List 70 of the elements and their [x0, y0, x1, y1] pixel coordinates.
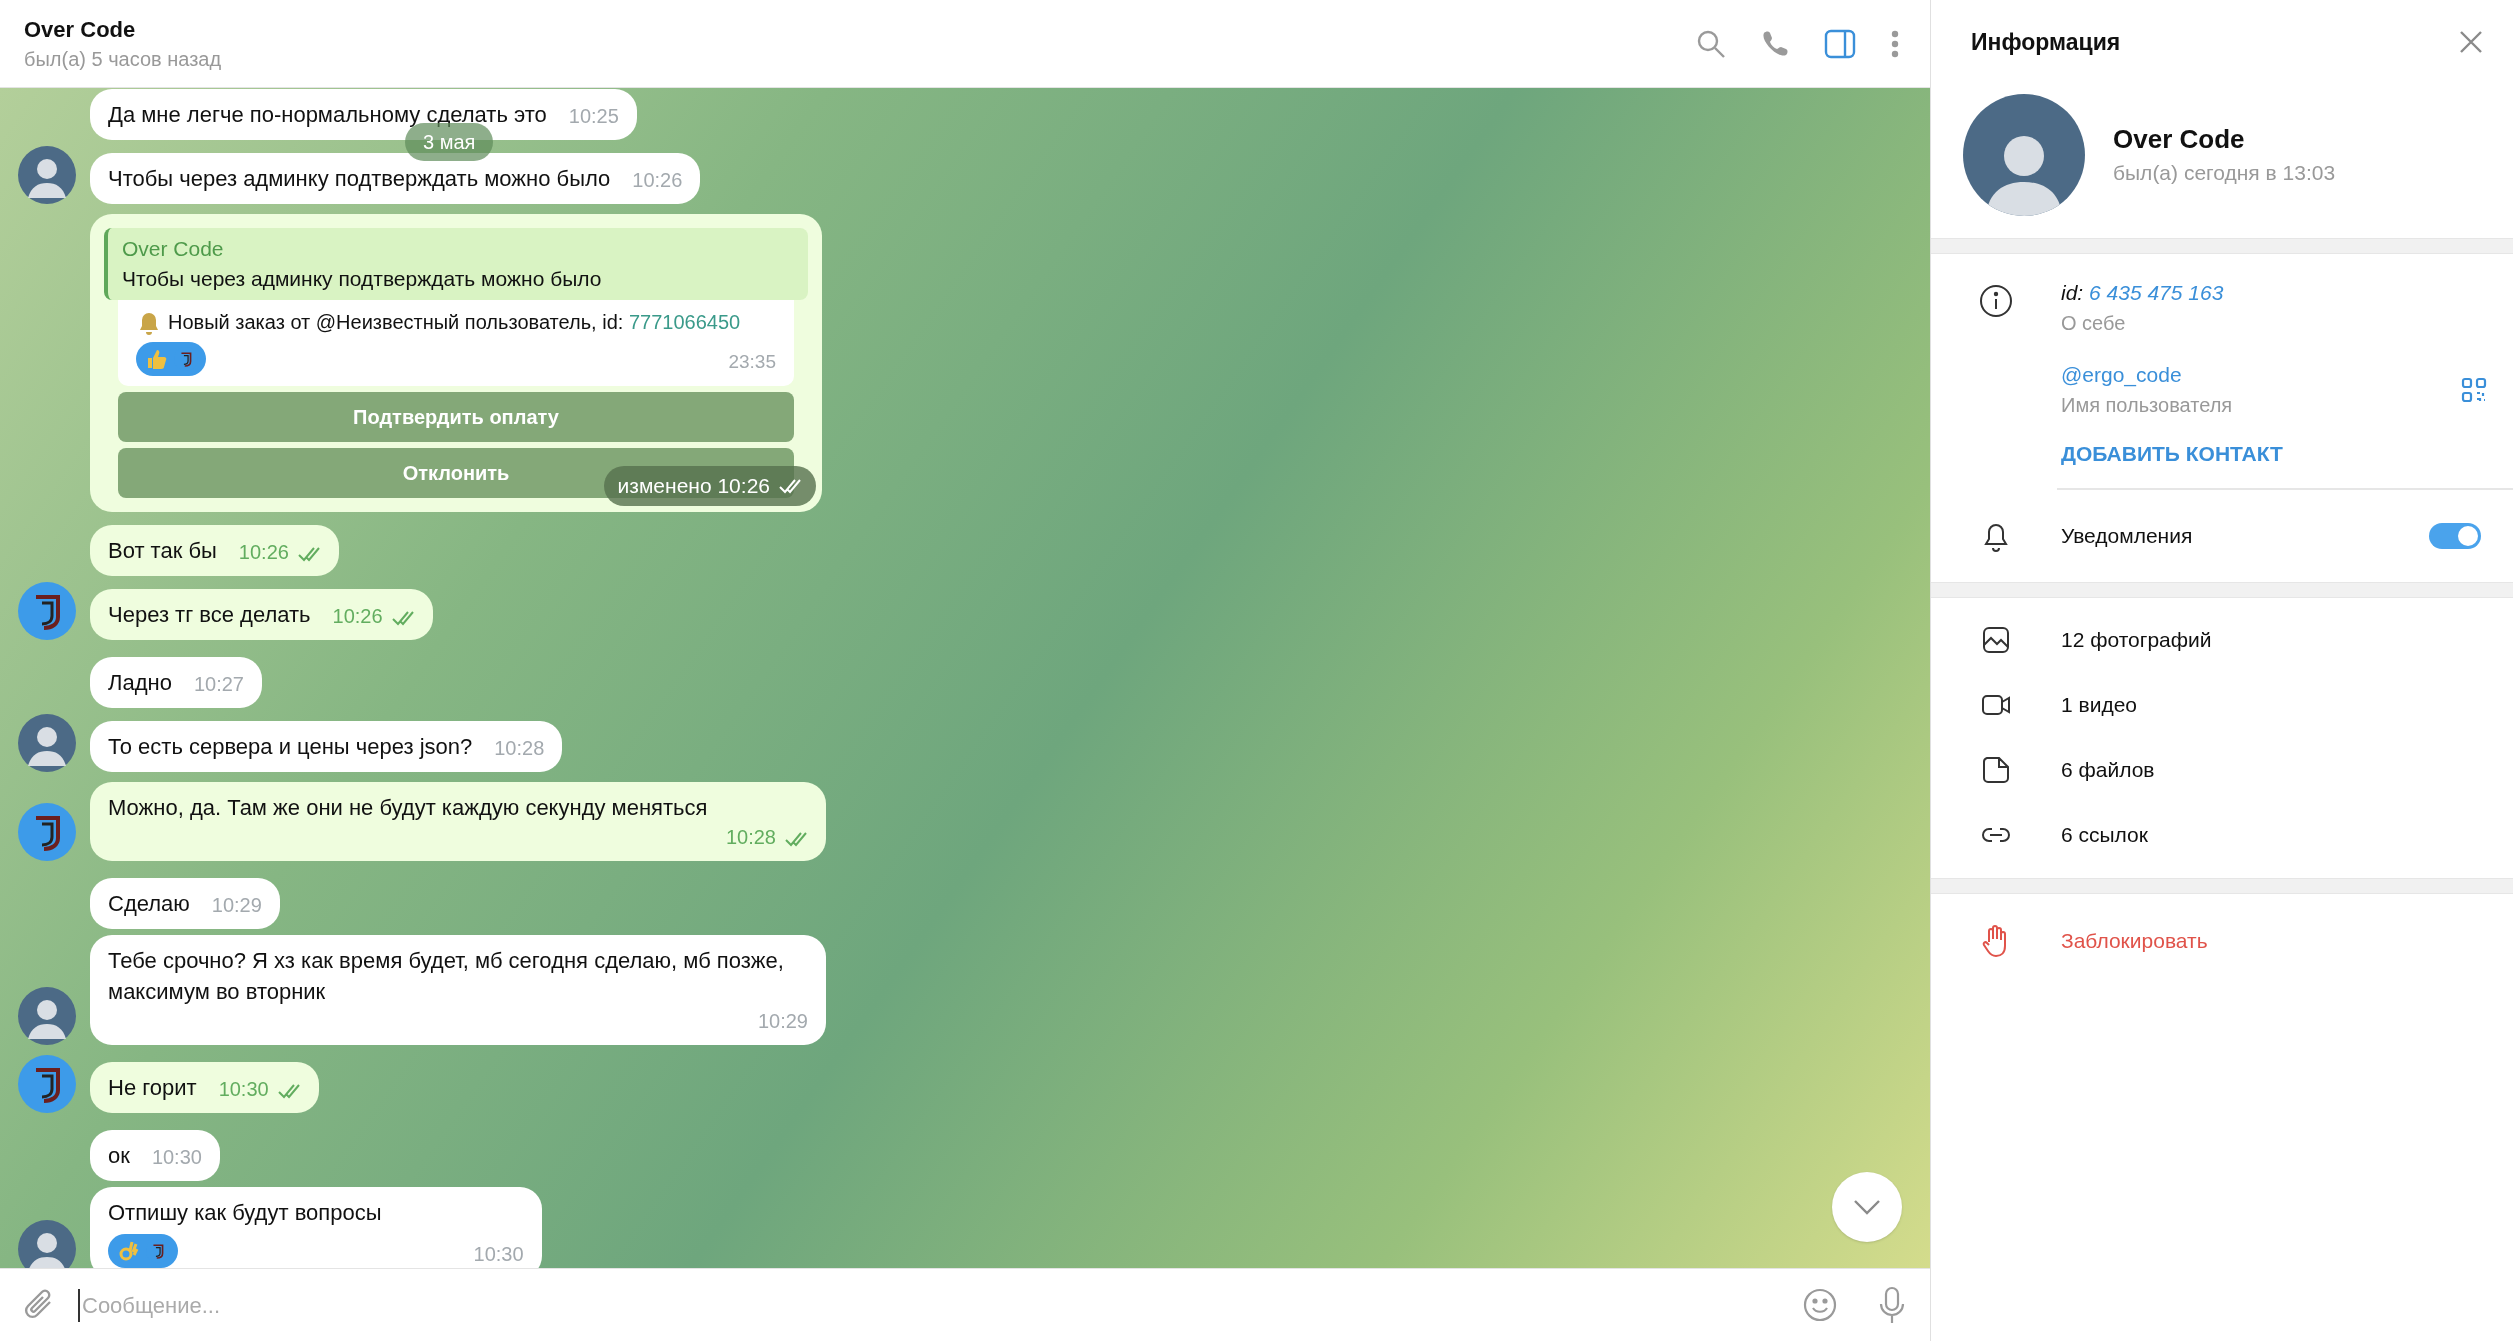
message-text: Отпишу как будут вопросы	[108, 1199, 383, 1227]
message-time: 10:27	[192, 672, 244, 697]
media-count-link[interactable]: 1 видео	[2061, 689, 2137, 721]
last-seen-status: был(а) 5 часов назад	[24, 46, 222, 72]
message-time: 10:26	[310, 602, 415, 630]
user-avatar	[18, 803, 76, 861]
more-icon[interactable]	[1890, 28, 1900, 59]
reaction-badge[interactable]	[136, 342, 206, 376]
message-input[interactable]: Сообщение...	[78, 1288, 1782, 1322]
panel-title: Информация	[1971, 27, 2121, 57]
search-icon[interactable]	[1696, 28, 1726, 59]
user-avatar	[18, 582, 76, 640]
message-time: 10:28	[703, 823, 808, 851]
message-time: 10:30	[196, 1075, 301, 1103]
order-id-link[interactable]: 7771066450	[628, 311, 741, 333]
message-text: Сделаю	[108, 890, 190, 918]
bio-caption: О себе	[2061, 311, 2127, 336]
media-count-link[interactable]: 6 ссылок	[2061, 819, 2148, 851]
message-time: 10:28	[493, 736, 545, 761]
message-text: Новый заказ от @Неизвестный пользователь, id: 7771066450	[168, 310, 741, 335]
message-text: Через тг все делать	[108, 601, 311, 629]
username-caption: Имя пользователя	[2061, 393, 2233, 418]
message-text: Ладно	[108, 669, 172, 697]
reply-text: Чтобы через админку подтверждать можно было	[122, 266, 603, 292]
avatar	[18, 714, 76, 772]
message-time: 23:35	[728, 349, 776, 374]
message-text: То есть сервера и цены через json?	[108, 733, 473, 761]
message-text: Не горит	[108, 1074, 197, 1102]
message-time: 10:26	[216, 538, 321, 566]
file-icon	[1981, 755, 2011, 785]
close-icon[interactable]	[2459, 30, 2483, 54]
info-icon	[1979, 284, 2013, 318]
avatar	[18, 987, 76, 1045]
notifications-toggle[interactable]	[2429, 522, 2481, 549]
message-text: ок	[108, 1142, 130, 1170]
message-text: Чтобы через админку подтверждать можно было	[108, 165, 611, 193]
username-link[interactable]: @ergo_code	[2061, 360, 2233, 390]
photo-icon	[1981, 625, 2011, 655]
notifications-label: Уведомления	[2061, 522, 2194, 549]
qr-code-icon[interactable]	[2461, 377, 2487, 403]
edited-time: изменено 10:26	[603, 466, 816, 506]
message-text: Вот так бы	[108, 537, 217, 565]
profile-name: Over Code	[2113, 123, 2246, 156]
message-time: 10:30	[472, 1242, 524, 1267]
chevron-down-icon	[1853, 1199, 1881, 1215]
inline-button[interactable]: Подтвердить оплату	[118, 392, 794, 442]
reply-quote[interactable]: Over Code Чтобы через админку подтверждать можно было	[104, 228, 808, 300]
add-contact-button[interactable]: ДОБАВИТЬ КОНТАКТ	[2061, 438, 2283, 470]
media-count-link[interactable]: 6 файлов	[2061, 754, 2155, 786]
user-id-text: id: 6 435 475 163	[2061, 280, 2225, 306]
user-avatar	[18, 1055, 76, 1113]
message-text: Можно, да. Там же они не будут каждую секунду меняться	[108, 794, 708, 822]
message-text: Тебе срочно? Я хз как время будет, мб сегодня сделаю, мб позже, максимум во вторник	[108, 947, 785, 1006]
side-panel-icon[interactable]	[1824, 28, 1856, 59]
message-time: 10:26	[631, 168, 683, 193]
block-user-button[interactable]: Заблокировать	[2061, 924, 2208, 957]
user-id-link[interactable]: 6 435 475 163	[2089, 281, 2224, 304]
microphone-icon[interactable]	[1878, 1286, 1906, 1324]
reaction-badge[interactable]	[108, 1234, 178, 1268]
message-time: 10:29	[756, 1009, 808, 1034]
message-time: 10:25	[567, 104, 619, 129]
message-time: 10:30	[150, 1145, 202, 1170]
profile-status: был(а) сегодня в 13:03	[2113, 160, 2336, 186]
avatar	[18, 146, 76, 204]
reply-author: Over Code	[122, 236, 225, 262]
chat-title: Over Code	[24, 15, 137, 44]
emoji-icon[interactable]	[1802, 1287, 1838, 1323]
media-count-link[interactable]: 12 фотографий	[2061, 624, 2212, 656]
message-time: 10:29	[210, 893, 262, 918]
scroll-down-button[interactable]	[1832, 1172, 1902, 1242]
